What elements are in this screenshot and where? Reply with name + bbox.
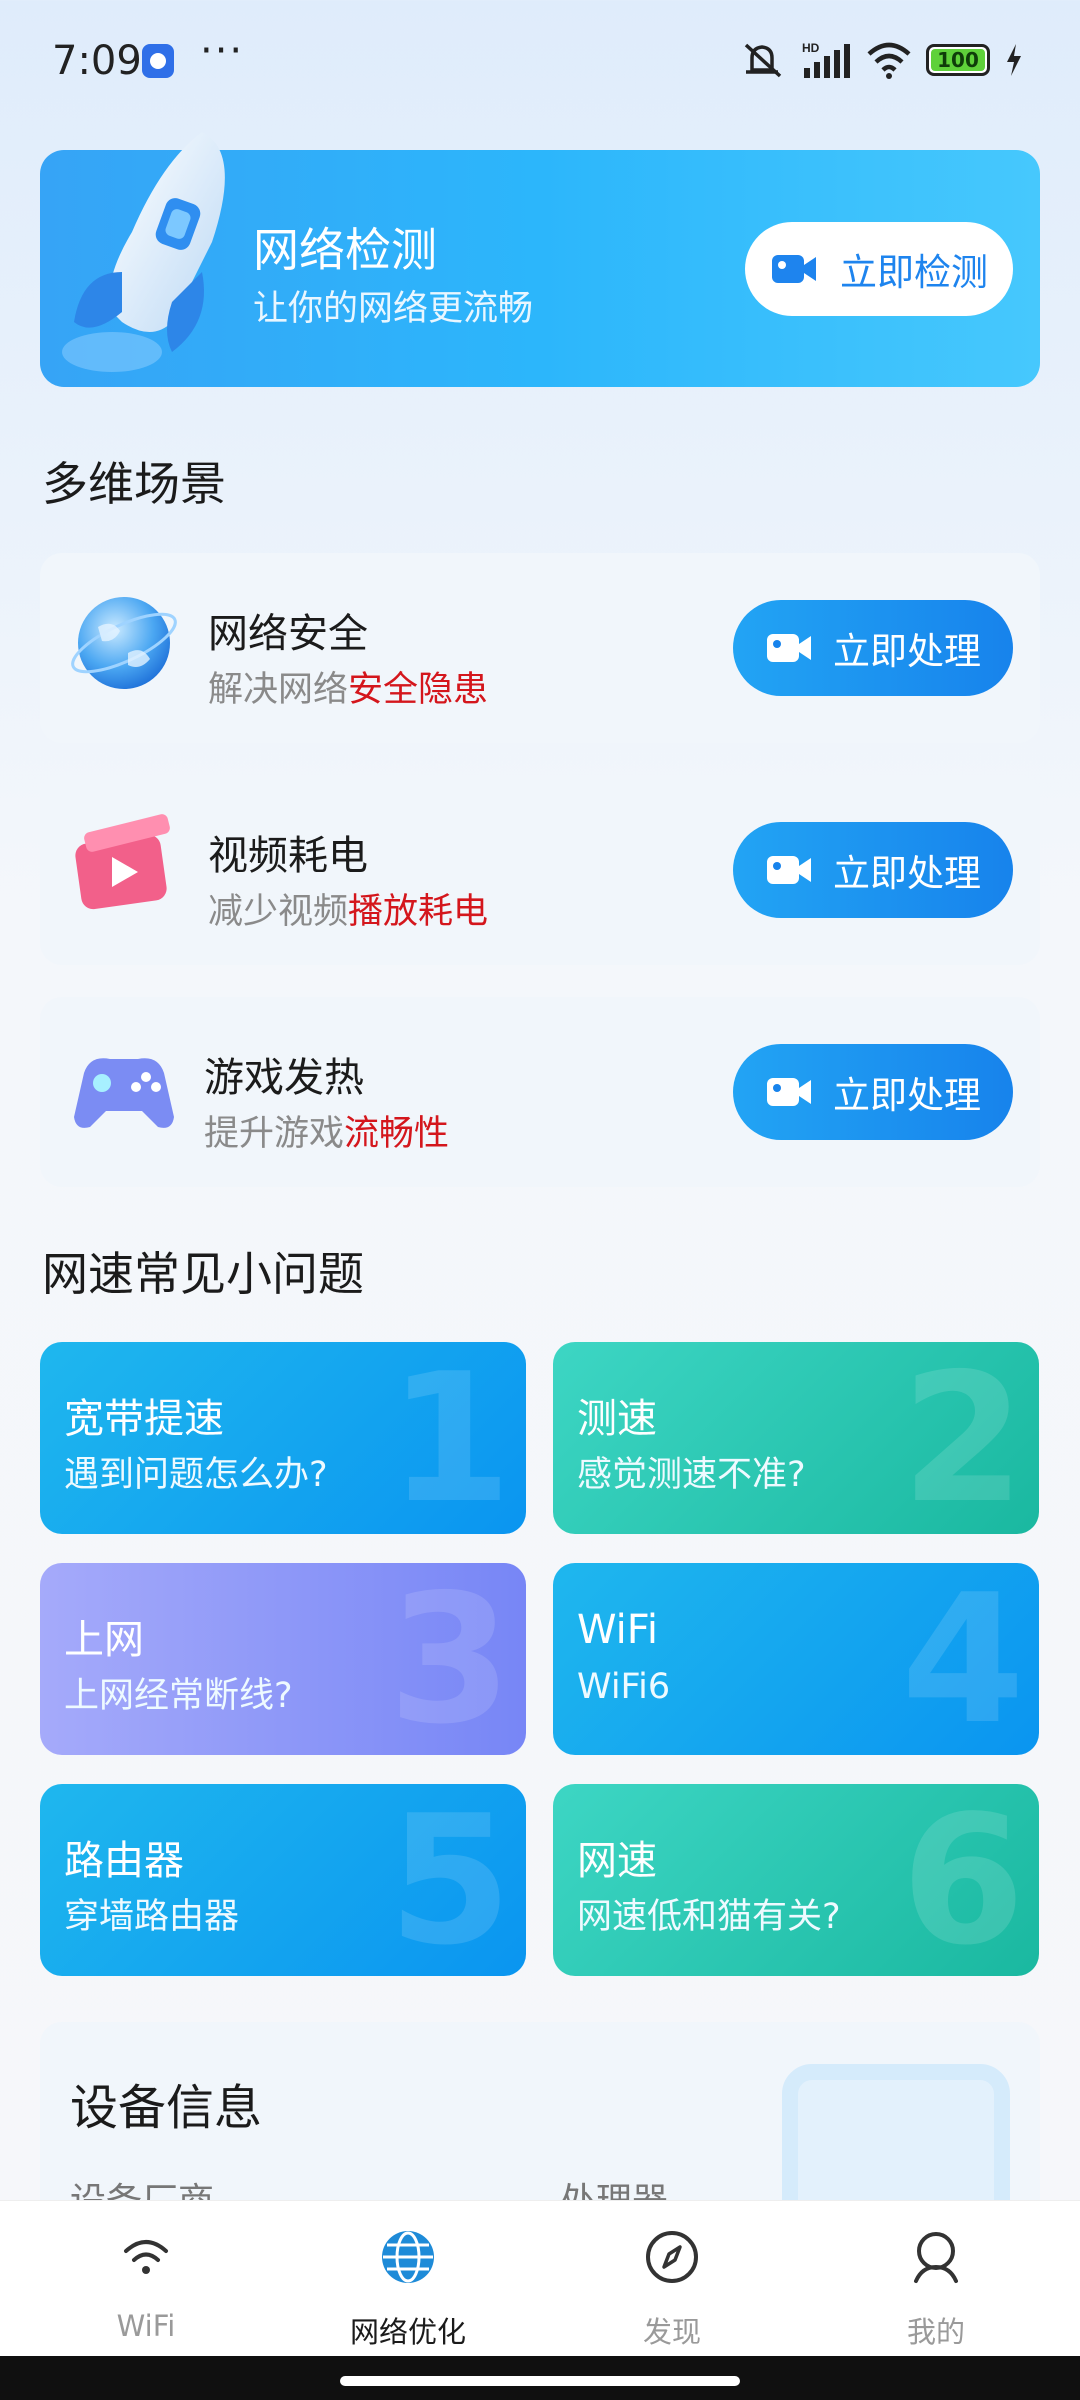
battery-level: 100: [937, 48, 979, 72]
video-camera-icon: [767, 634, 811, 662]
scene-desc-highlight: 播放耗电: [348, 892, 489, 932]
rocket-icon: [62, 132, 225, 372]
nav-item-network-optimize[interactable]: 网络优化: [308, 2217, 508, 2349]
svg-text:HD: HD: [802, 41, 820, 55]
device-info-title: 设备信息: [70, 2080, 263, 2136]
status-bar: 7:09 ··· HD 100: [0, 0, 1080, 126]
scene-desc-prefix: 减少视频: [208, 892, 349, 932]
globe-security-icon: [71, 597, 177, 689]
scene-card-video-power[interactable]: 视频耗电 减少视频播放耗电 立即处理: [40, 775, 1040, 965]
signal-icon: HD: [802, 41, 850, 78]
mute-icon: [744, 43, 782, 78]
tile-title: WiFi: [577, 1607, 658, 1653]
scene-desc-highlight: 安全隐患: [348, 670, 489, 710]
gamepad-icon: [74, 1058, 174, 1128]
tile-subtitle: 穿墙路由器: [64, 1897, 240, 1937]
wifi-status-icon: [867, 42, 911, 79]
handle-now-label: 立即处理: [833, 1074, 981, 1117]
tile-subtitle: 上网经常断线?: [64, 1676, 293, 1716]
hero-title: 网络检测: [253, 223, 437, 277]
video-camera-icon: [767, 1078, 811, 1106]
handle-now-label: 立即处理: [833, 630, 981, 673]
tile-subtitle: WiFi6: [577, 1667, 671, 1707]
charging-icon: [1007, 44, 1021, 76]
tile-title: 测速: [577, 1396, 657, 1442]
scene-card-network-security[interactable]: 网络安全 解决网络安全隐患 立即处理: [40, 553, 1040, 743]
tile-number: 5: [388, 1784, 512, 1976]
check-now-button[interactable]: 立即检测: [745, 222, 1013, 316]
check-now-label: 立即检测: [840, 251, 988, 294]
network-check-banner[interactable]: 网络检测 让你的网络更流畅 立即检测: [40, 132, 1040, 387]
faq-tile-internet[interactable]: 3 上网 上网经常断线?: [40, 1563, 526, 1755]
tile-title: 网速: [577, 1838, 657, 1884]
scene-description: 解决网络安全隐患: [208, 661, 488, 712]
faq-tile-router[interactable]: 5 路由器 穿墙路由器: [40, 1784, 526, 1976]
faq-tile-speedtest[interactable]: 2 测速 感觉测速不准?: [553, 1342, 1039, 1534]
tile-number: 4: [901, 1563, 1025, 1755]
handle-now-button[interactable]: 立即处理: [733, 600, 1013, 696]
wifi-icon: [124, 2240, 168, 2274]
handle-now-button[interactable]: 立即处理: [733, 1044, 1013, 1140]
tile-number: 6: [901, 1784, 1025, 1976]
scene-title: 视频耗电: [208, 833, 368, 879]
tile-title: 路由器: [64, 1838, 184, 1884]
tile-number: 2: [901, 1342, 1025, 1534]
compass-icon: [646, 2231, 698, 2283]
video-camera-icon: [772, 255, 816, 283]
scenes-section-title: 多维场景: [42, 457, 226, 511]
tile-number: 3: [388, 1563, 512, 1755]
scene-card-game-heat[interactable]: 游戏发热 提升游戏流畅性 立即处理: [40, 997, 1040, 1187]
scene-desc-highlight: 流畅性: [344, 1114, 450, 1154]
faq-section-title: 网速常见小问题: [42, 1247, 364, 1301]
scene-desc-prefix: 解决网络: [208, 670, 349, 710]
home-indicator[interactable]: [340, 2376, 740, 2386]
tile-title: 上网: [64, 1617, 144, 1663]
nav-label: 我的: [906, 2315, 965, 2349]
faq-tile-broadband[interactable]: 1 宽带提速 遇到问题怎么办?: [40, 1342, 526, 1534]
handle-now-label: 立即处理: [833, 852, 981, 895]
nav-item-discover[interactable]: 发现: [572, 2217, 772, 2349]
nav-item-wifi[interactable]: WiFi: [46, 2217, 246, 2347]
tile-title: 宽带提速: [64, 1396, 224, 1442]
video-camera-icon: [767, 856, 811, 884]
scene-desc-prefix: 提升游戏: [204, 1114, 345, 1154]
baidu-app-icon: [142, 44, 174, 78]
handle-now-button[interactable]: 立即处理: [733, 822, 1013, 918]
nav-item-mine[interactable]: 我的: [836, 2217, 1036, 2349]
tile-number: 1: [388, 1342, 512, 1534]
more-notifications-icon: ···: [200, 28, 245, 74]
globe-icon: [382, 2231, 434, 2283]
scene-title: 游戏发热: [204, 1055, 364, 1101]
faq-tile-netspeed[interactable]: 6 网速 网速低和猫有关?: [553, 1784, 1039, 1976]
nav-label: WiFi: [116, 2309, 176, 2343]
profile-icon: [914, 2232, 958, 2283]
scene-description: 减少视频播放耗电: [208, 883, 488, 934]
scene-title: 网络安全: [208, 611, 368, 657]
nav-label: 发现: [642, 2315, 701, 2349]
status-time: 7:09: [52, 38, 142, 84]
tile-subtitle: 遇到问题怎么办?: [64, 1455, 328, 1495]
scene-description: 提升游戏流畅性: [204, 1105, 449, 1156]
video-clapper-icon: [75, 814, 170, 910]
tile-subtitle: 感觉测速不准?: [577, 1455, 806, 1495]
bottom-nav: WiFi 网络优化 发现 我的: [0, 2200, 1080, 2356]
nav-label: 网络优化: [349, 2315, 466, 2349]
faq-tile-wifi[interactable]: 4 WiFi WiFi6: [553, 1563, 1039, 1755]
status-icons: HD 100: [740, 40, 1024, 80]
battery-icon: 100: [926, 44, 990, 76]
hero-subtitle: 让你的网络更流畅: [253, 289, 534, 329]
tile-subtitle: 网速低和猫有关?: [577, 1897, 841, 1937]
